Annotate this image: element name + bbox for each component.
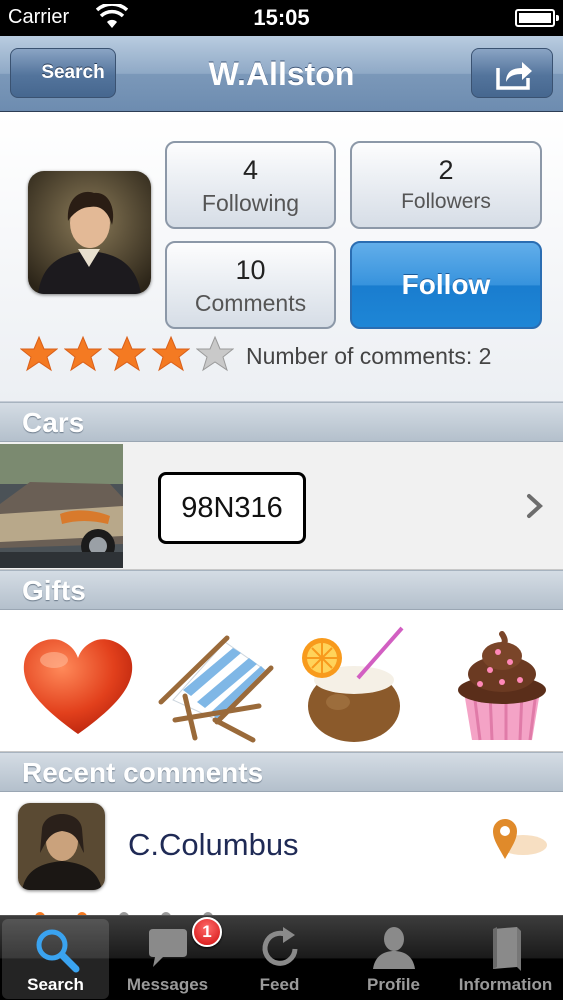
location-pin-icon[interactable] bbox=[485, 815, 549, 861]
comment-rating bbox=[30, 903, 230, 915]
section-header-gifts: Gifts bbox=[0, 570, 563, 610]
back-button[interactable]: Search bbox=[10, 48, 116, 98]
license-plate: 98N316 bbox=[158, 472, 306, 544]
follow-button[interactable]: Follow bbox=[350, 241, 542, 329]
followers-button[interactable]: 2 Followers bbox=[350, 141, 542, 229]
status-bar: Carrier 15:05 bbox=[0, 0, 563, 36]
car-photo bbox=[0, 444, 123, 568]
tab-label: Profile bbox=[367, 975, 420, 994]
comments-button[interactable]: 10 Comments bbox=[165, 241, 336, 329]
person-icon bbox=[372, 927, 415, 969]
tab-feed[interactable]: Feed bbox=[226, 919, 333, 999]
coconut-cocktail-icon[interactable] bbox=[298, 622, 423, 747]
section-header-cars: Cars bbox=[0, 402, 563, 442]
heart-icon[interactable] bbox=[16, 622, 141, 747]
star-filled-icon bbox=[64, 335, 102, 372]
commenter-avatar bbox=[18, 803, 105, 890]
followers-count: 2 bbox=[438, 155, 454, 185]
clock: 15:05 bbox=[253, 5, 310, 30]
followers-label: Followers bbox=[401, 190, 491, 213]
cupcake-icon[interactable] bbox=[440, 622, 563, 747]
chevron-right-icon bbox=[527, 494, 543, 518]
share-button[interactable] bbox=[471, 48, 553, 98]
star-empty-icon bbox=[196, 335, 234, 372]
commenter-name: C.Columbus bbox=[128, 827, 299, 862]
star-filled-icon bbox=[20, 335, 58, 372]
battery-icon bbox=[515, 9, 559, 27]
comments-label: Comments bbox=[194, 290, 307, 316]
avatar[interactable] bbox=[28, 171, 151, 294]
tab-bar: Search 1 Messages Feed Profile Informati… bbox=[0, 915, 563, 1000]
star-filled-icon bbox=[108, 335, 146, 372]
tab-profile[interactable]: Profile bbox=[340, 919, 447, 999]
tab-label: Information bbox=[458, 975, 553, 994]
tab-information[interactable]: Information bbox=[452, 919, 559, 999]
following-label: Following bbox=[201, 190, 300, 216]
profile-panel: 4 Following 2 Followers 10 Comments Foll… bbox=[0, 113, 563, 402]
section-header-recent-comments: Recent comments bbox=[0, 752, 563, 792]
speech-bubble-icon bbox=[148, 929, 187, 967]
following-count: 4 bbox=[242, 155, 259, 185]
tab-messages[interactable]: 1 Messages bbox=[114, 917, 222, 999]
page-title: W.Allston bbox=[208, 56, 355, 92]
tab-label: Messages bbox=[126, 975, 209, 994]
share-icon bbox=[496, 62, 532, 90]
book-icon bbox=[492, 927, 521, 971]
star-filled-icon bbox=[152, 335, 190, 372]
tab-label: Feed bbox=[259, 975, 300, 994]
beach-chair-icon[interactable] bbox=[155, 622, 280, 747]
comments-count: 10 bbox=[235, 255, 266, 285]
following-button[interactable]: 4 Following bbox=[165, 141, 336, 229]
search-icon bbox=[36, 929, 79, 973]
unread-badge: 1 bbox=[192, 917, 222, 947]
number-of-comments: Number of comments: 2 bbox=[246, 343, 492, 369]
comment-row[interactable]: C.Columbus bbox=[0, 793, 563, 915]
navigation-bar: Search W.Allston bbox=[0, 36, 563, 112]
gifts-row bbox=[0, 610, 563, 752]
car-row[interactable]: 98N316 bbox=[0, 442, 563, 570]
tab-label: Search bbox=[27, 975, 84, 994]
tab-search[interactable]: Search bbox=[2, 919, 109, 999]
refresh-icon bbox=[262, 927, 297, 966]
